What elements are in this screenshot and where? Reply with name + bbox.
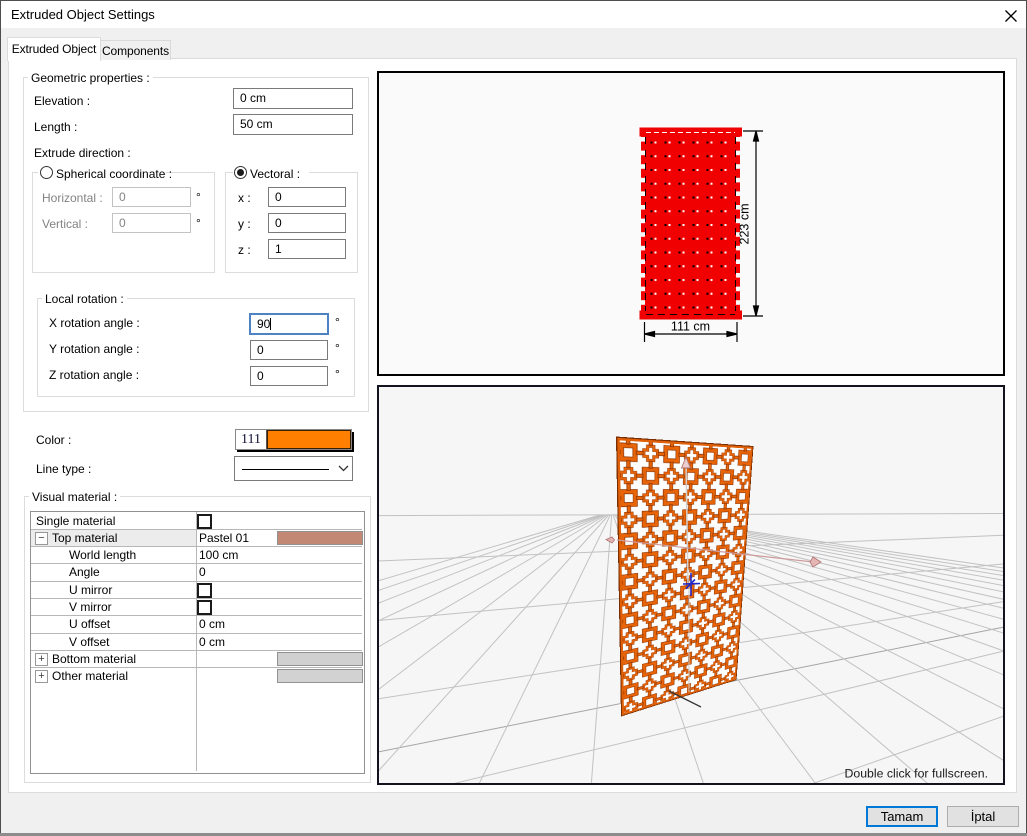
svg-text:223 cm: 223 cm [738, 204, 752, 245]
svg-text:111 cm: 111 cm [671, 320, 710, 334]
svg-text:Double click for fullscreen.: Double click for fullscreen. [844, 767, 988, 781]
